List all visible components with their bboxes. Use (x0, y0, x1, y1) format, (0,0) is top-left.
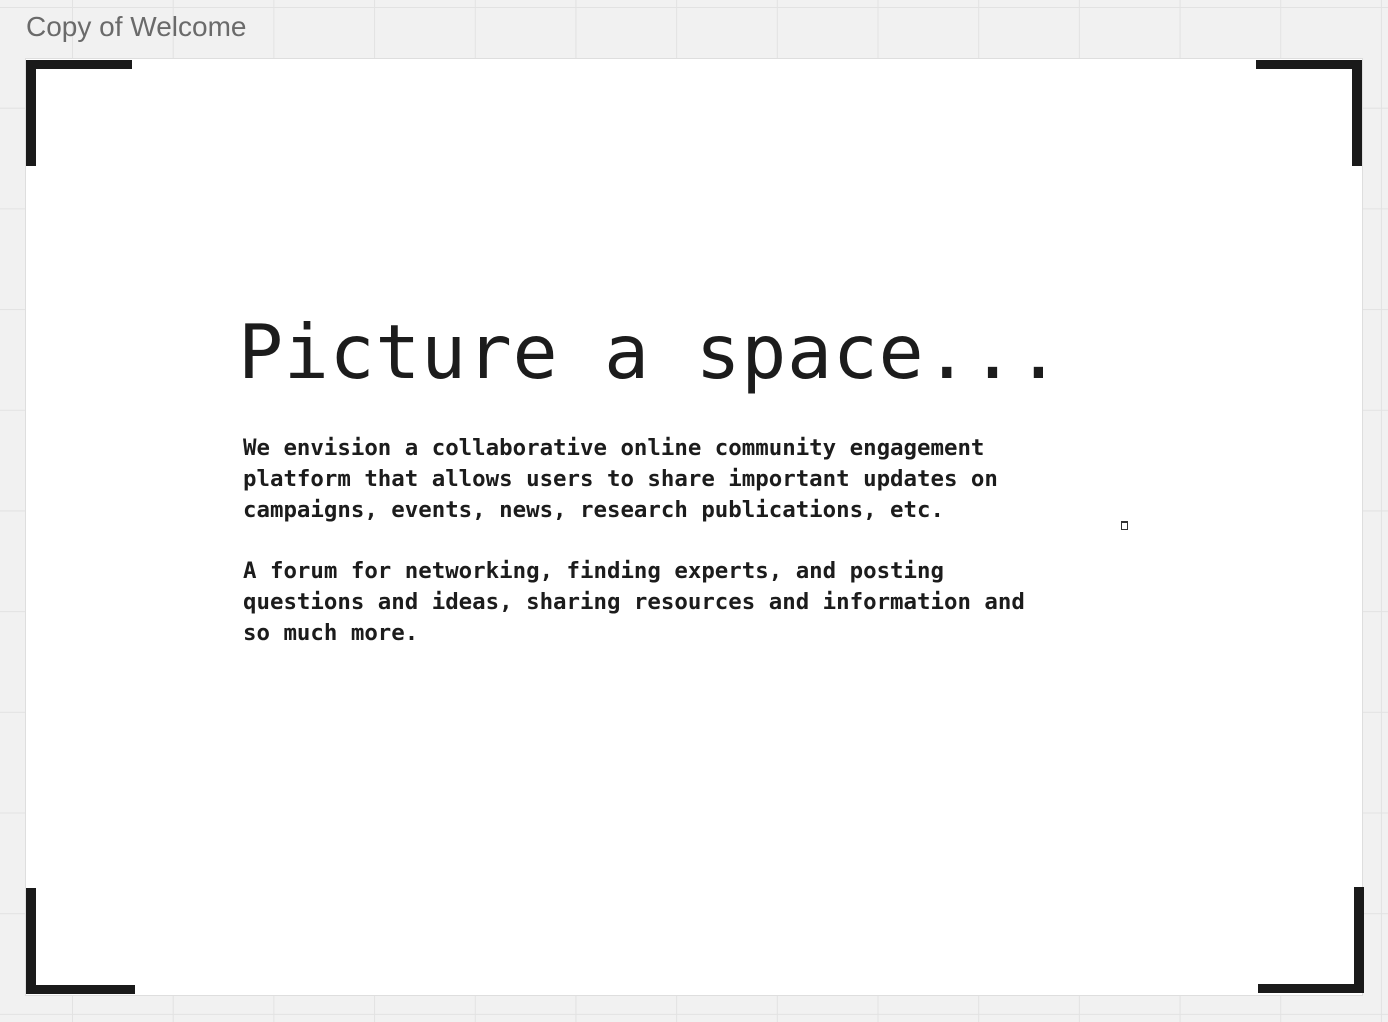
frame-corner-bottom-left (26, 888, 135, 994)
cursor-icon (1121, 521, 1128, 530)
frame-title[interactable]: Copy of Welcome (26, 11, 246, 43)
headline-text[interactable]: Picture a space... (238, 308, 1062, 396)
body-paragraph-forum[interactable]: A forum for networking, finding experts,… (243, 556, 1063, 649)
frame-corner-top-right (1256, 60, 1362, 166)
body-paragraph-vision[interactable]: We envision a collaborative online commu… (243, 433, 1063, 526)
frame[interactable] (26, 59, 1362, 995)
frame-corner-top-left (26, 60, 132, 166)
frame-corner-bottom-right (1258, 887, 1364, 993)
